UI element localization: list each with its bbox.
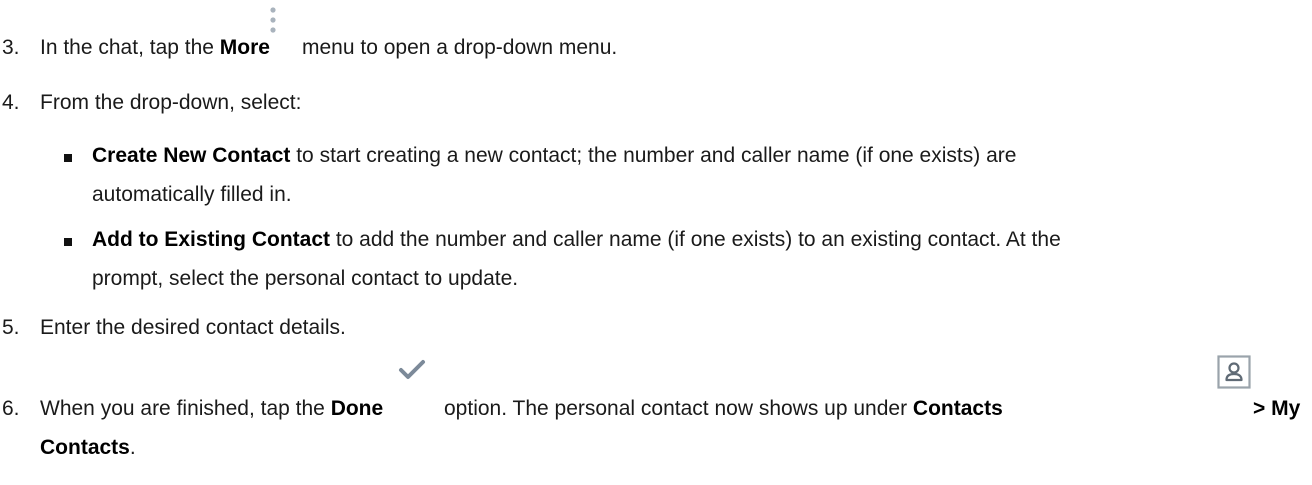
contacts-label: Contacts	[912, 397, 1003, 420]
step-text: Enter the desired contact details.	[40, 316, 346, 339]
step-number: 5.	[2, 316, 20, 339]
step-6-continued: option. The personal contact now shows u…	[444, 397, 1003, 420]
bullet-marker	[64, 154, 72, 162]
step-3-continued: menu to open a drop-down menu.	[302, 36, 618, 59]
step-text: In the chat, tap the More	[40, 36, 270, 59]
bullet-create-new-contact: Create New Contact to start creating a n…	[92, 144, 1017, 167]
step-text: When you are finished, tap the Done	[40, 397, 384, 420]
contacts-icon	[1217, 355, 1251, 389]
bullet-add-to-existing-contact: Add to Existing Contact to add the numbe…	[92, 228, 1061, 251]
bullet-marker	[64, 238, 72, 246]
more-label: More	[219, 36, 270, 59]
bullet-create-new-contact-line2: automatically filled in.	[92, 183, 292, 206]
checkmark-icon	[399, 360, 425, 379]
step-number: 4.	[2, 91, 20, 114]
vertical-ellipsis-icon	[270, 7, 276, 33]
step-6-line2: Contacts.	[40, 436, 136, 459]
step-number: 3.	[2, 36, 20, 59]
done-label: Done	[330, 397, 384, 420]
step-number: 6.	[2, 397, 20, 420]
bullet-add-to-existing-contact-line2: prompt, select the personal contact to u…	[92, 267, 519, 290]
step-6-end: > My	[1253, 397, 1301, 420]
step-text: From the drop-down, select:	[40, 91, 302, 114]
